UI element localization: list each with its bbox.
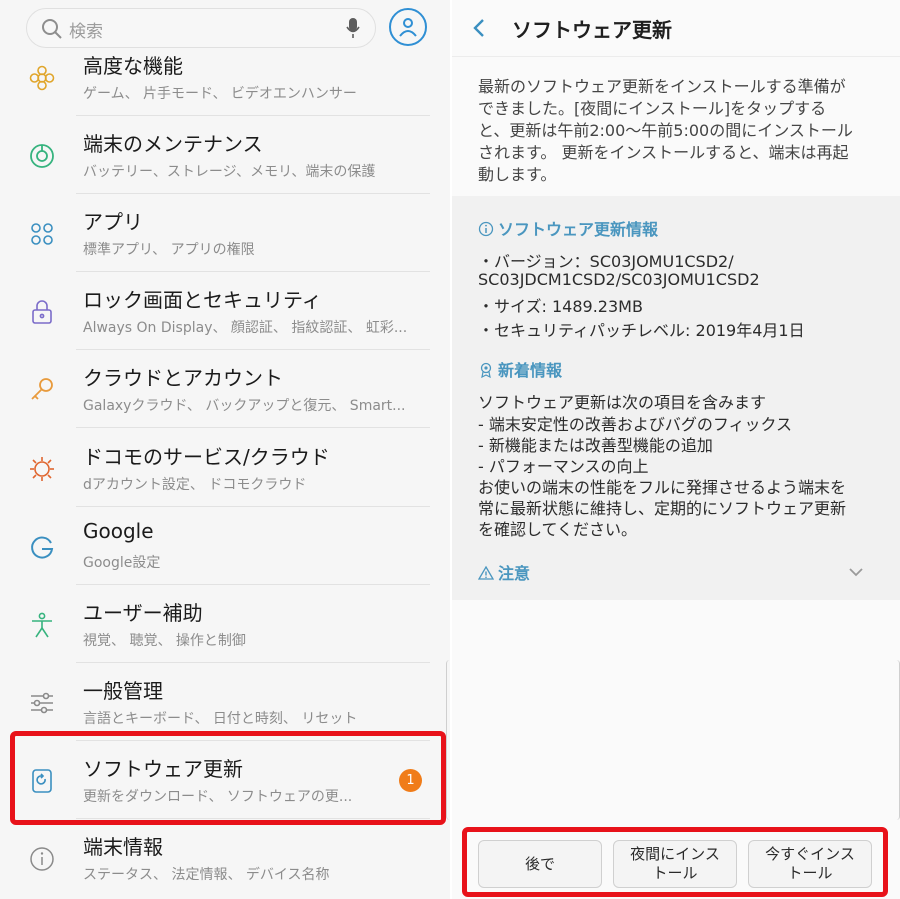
- software-update-icon: [28, 767, 56, 795]
- settings-pane: 検索 高度な機能 ゲーム、 片手モード、 ビデオエンハンサー 端末のメンテナンス バッ…: [0, 0, 450, 899]
- settings-item-title: 高度な機能: [83, 54, 183, 78]
- intro-line: 動します。: [478, 165, 557, 184]
- settings-item-title: ソフトウェア更新: [83, 757, 243, 781]
- settings-item-title: ロック画面とセキュリティ: [83, 288, 322, 312]
- lock-icon: [28, 298, 56, 326]
- scrollbar[interactable]: [893, 660, 900, 820]
- settings-item-subtitle: 視覚、 聴覚、 操作と制御: [83, 633, 246, 649]
- version-line-cont: SC03JDCM1CSD2/SC03JOMU1CSD2: [478, 270, 760, 289]
- page-title: ソフトウェア更新: [512, 18, 672, 42]
- chevron-down-icon[interactable]: [848, 562, 864, 581]
- install-now-label: 今すぐインス トール: [765, 845, 855, 883]
- version-line: ・バージョン：SC03JOMU1CSD2/: [478, 252, 734, 271]
- intro-text: 最新のソフトウェア更新をインストールする準備が できました。[夜間にインストール…: [478, 76, 878, 186]
- settings-item[interactable]: 一般管理言語とキーボード、 日付と時刻、 リセット: [0, 663, 450, 741]
- settings-item[interactable]: 端末のメンテナンスバッテリー、ストレージ、メモリ、端末の保護: [0, 116, 450, 194]
- install-overnight-label-line2: トール: [652, 864, 698, 882]
- settings-item-subtitle: Google設定: [83, 555, 161, 571]
- settings-item[interactable]: ソフトウェア更新更新をダウンロード、 ソフトウェアの更... 1: [0, 741, 450, 819]
- whats-new-line: ソフトウェア更新は次の項目を含みます: [478, 393, 767, 412]
- settings-item-subtitle: 言語とキーボード、 日付と時刻、 リセット: [83, 711, 358, 727]
- info-icon: [28, 845, 56, 873]
- settings-item-title: 一般管理: [83, 679, 163, 703]
- settings-item-subtitle: 標準アプリ、 アプリの権限: [83, 242, 255, 258]
- software-update-pane: ソフトウェア更新 最新のソフトウェア更新をインストールする準備が できました。[…: [452, 0, 900, 899]
- apps-icon: [28, 220, 56, 248]
- ribbon-icon: [480, 362, 492, 378]
- key-icon: [28, 376, 56, 404]
- device-maintenance-icon: [28, 142, 56, 170]
- app-bar: ソフトウェア更新: [452, 0, 900, 57]
- settings-item-subtitle: Always On Display、 顔認証、 指紋認証、 虹彩...: [83, 320, 408, 336]
- settings-item-subtitle: バッテリー、ストレージ、メモリ、端末の保護: [83, 164, 376, 180]
- intro-line: できました。[夜間にインストール]をタップする: [478, 99, 827, 118]
- update-info-heading-text: ソフトウェア更新情報: [498, 220, 659, 239]
- intro-line: と、更新は午前2:00〜午前5:00の間にインストール: [478, 121, 853, 140]
- settings-item-title: Google: [83, 519, 154, 543]
- whats-new-line: を確認してください。: [478, 520, 638, 539]
- install-now-label-line2: トール: [787, 864, 833, 882]
- intro-line: 最新のソフトウェア更新をインストールする準備が: [478, 77, 846, 96]
- settings-item[interactable]: 高度な機能ゲーム、 片手モード、 ビデオエンハンサー: [0, 38, 450, 116]
- install-overnight-label: 夜間にインス トール: [630, 845, 720, 883]
- settings-item[interactable]: ユーザー補助視覚、 聴覚、 操作と制御: [0, 585, 450, 663]
- caution-heading-text: 注意: [498, 564, 531, 583]
- settings-item[interactable]: アプリ標準アプリ、 アプリの権限: [0, 194, 450, 272]
- settings-item-title: ユーザー補助: [83, 601, 203, 625]
- settings-item[interactable]: ロック画面とセキュリティ Always On Display、 顔認証、 指紋認証…: [0, 272, 450, 350]
- whats-new-heading: 新着情報: [478, 357, 562, 381]
- google-icon: [28, 533, 56, 561]
- later-button-label: 後で: [524, 854, 555, 873]
- settings-item-subtitle: ゲーム、 片手モード、 ビデオエンハンサー: [83, 86, 357, 102]
- later-button[interactable]: 後で: [478, 840, 602, 888]
- intro-line: されます。 更新をインストールすると、端末は再起: [478, 143, 849, 162]
- size-line: ・サイズ: 1489.23MB: [478, 297, 643, 316]
- settings-item-subtitle: Galaxyクラウド、 バックアップと復元、 Smart...: [83, 398, 406, 414]
- settings-item-title: クラウドとアカウント: [83, 366, 283, 390]
- accessibility-icon: [28, 611, 56, 639]
- account-icon: [399, 18, 417, 37]
- settings-item-title: アプリ: [83, 210, 143, 234]
- update-info-heading: ソフトウェア更新情報: [478, 216, 658, 240]
- warning-icon: [478, 565, 494, 580]
- install-overnight-button[interactable]: 夜間にインス トール: [613, 840, 737, 888]
- install-now-label-line1: 今すぐインス: [765, 845, 855, 863]
- security-patch-line: ・セキュリティパッチレベル: 2019年4月1日: [478, 321, 805, 340]
- settings-item[interactable]: クラウドとアカウント Galaxyクラウド、 バックアップと復元、 Smart..…: [0, 350, 450, 428]
- settings-item-subtitle: ステータス、 法定情報、 デバイス名称: [83, 867, 330, 883]
- settings-item-title: 端末のメンテナンス: [83, 132, 263, 156]
- divider: [76, 427, 430, 428]
- sliders-icon: [28, 689, 56, 717]
- settings-item[interactable]: 端末情報ステータス、 法定情報、 デバイス名称: [0, 819, 450, 897]
- back-arrow-icon[interactable]: [472, 17, 486, 43]
- notification-badge: 1: [399, 769, 422, 792]
- caution-heading[interactable]: 注意: [478, 560, 530, 584]
- settings-item[interactable]: Google Google設定: [0, 507, 450, 585]
- install-now-button[interactable]: 今すぐインス トール: [748, 840, 872, 888]
- settings-item[interactable]: ドコモのサービス/クラウド dアカウント設定、 ドコモクラウド: [0, 429, 450, 507]
- docomo-icon: [28, 455, 56, 483]
- settings-item-subtitle: dアカウント設定、 ドコモクラウド: [83, 477, 307, 493]
- install-overnight-label-line1: 夜間にインス: [630, 845, 720, 863]
- advanced-features-icon: [28, 64, 56, 92]
- settings-item-title: ドコモのサービス/クラウド: [83, 445, 330, 469]
- settings-item-subtitle: 更新をダウンロード、 ソフトウェアの更...: [83, 789, 353, 805]
- whats-new-heading-text: 新着情報: [498, 361, 563, 380]
- info-icon: [478, 221, 494, 237]
- settings-item-title: 端末情報: [83, 835, 163, 859]
